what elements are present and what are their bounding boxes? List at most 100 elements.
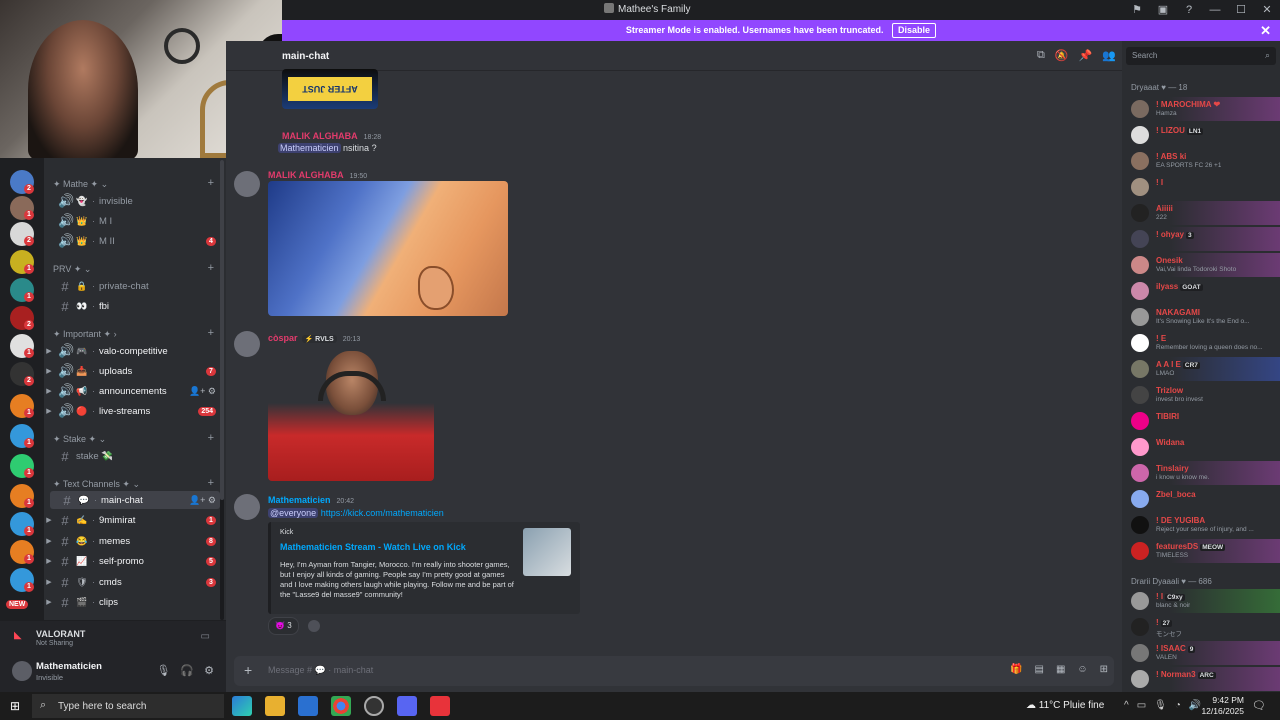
channel-settings-icons[interactable]: 👤+ ⚙ [189, 386, 216, 397]
message-composer[interactable]: + Message # 💬 · main-chat 🎁 ▤ ▦ ☺ ⊞ [234, 656, 1114, 686]
channel-scrollbar[interactable] [220, 160, 224, 620]
add-channel-icon[interactable]: + [208, 477, 214, 489]
member-item[interactable]: featuresDS MEOW TIMELESS [1122, 539, 1280, 563]
add-reaction-icon[interactable] [308, 620, 320, 632]
everyone-mention[interactable]: @everyone [268, 508, 319, 518]
discord-taskbar-icon[interactable] [397, 696, 417, 716]
avatar[interactable] [234, 171, 260, 197]
expand-arrow-icon[interactable]: ▶ [44, 367, 54, 375]
expand-arrow-icon[interactable]: ▶ [44, 347, 54, 355]
channel-m-i[interactable]: 🔊 👑 · M I [44, 212, 226, 230]
member-item[interactable]: NAKAGAMI It's Snowing Like It's the End o… [1122, 305, 1280, 329]
gift-icon[interactable]: 🎁 [1010, 664, 1022, 675]
apps-icon[interactable]: ⊞ [1100, 664, 1108, 675]
member-item[interactable]: Zbel_boca [1122, 487, 1280, 511]
search-input[interactable]: Search ⌕ [1126, 47, 1276, 65]
anime-gif[interactable] [268, 181, 508, 316]
steam-icon[interactable] [364, 696, 384, 716]
valorant-taskbar-icon[interactable] [430, 696, 450, 716]
embed-thumbnail[interactable] [523, 528, 571, 576]
network-icon[interactable]: ▭ [1137, 700, 1146, 711]
channel-announcements[interactable]: ▶ 🔊 📢 · announcements 👤+ ⚙ [44, 382, 226, 400]
add-channel-icon[interactable]: + [208, 327, 214, 339]
help-icon[interactable]: ? [1176, 0, 1202, 20]
channel-memes[interactable]: ▶ # 😂 · memes 8 [44, 532, 226, 550]
member-item[interactable]: Aiiiii 222 [1122, 201, 1280, 225]
notifications-icon[interactable]: 🔕 [1055, 49, 1069, 62]
member-item[interactable]: ! Norman3 ARC [1122, 667, 1280, 691]
category-text-channels[interactable]: ✦ Text Channels ✦ ⌄ [53, 479, 140, 490]
category-mathe[interactable]: ✦ Mathe ✦ ⌄ [53, 179, 108, 190]
expand-arrow-icon[interactable]: ▶ [44, 598, 54, 606]
scrollbar-thumb[interactable] [220, 160, 224, 500]
taskbar-search[interactable]: ⌕ Type here to search [32, 694, 224, 718]
chevron-up-icon[interactable]: ^ [1124, 700, 1129, 711]
close-window-icon[interactable]: ✕ [1254, 0, 1280, 20]
message-author[interactable]: MALIK ALGHABA 19:50 [268, 170, 367, 180]
wifi-icon[interactable]: ◔ [1175, 700, 1181, 711]
weather-widget[interactable]: ☁ 11°C Pluie fine [1026, 700, 1104, 711]
copilot-icon[interactable] [232, 696, 252, 716]
channel-stake[interactable]: # stake 💸 [44, 447, 226, 465]
member-item[interactable]: TIBIRI [1122, 409, 1280, 433]
member-item[interactable]: ! I C9xy blanc & noir [1122, 589, 1280, 613]
file-explorer-icon[interactable] [265, 696, 285, 716]
maximize-icon[interactable]: ☐ [1228, 0, 1254, 20]
member-item[interactable]: ilyass GOAT [1122, 279, 1280, 303]
gif-icon[interactable]: ▤ [1034, 664, 1043, 675]
message-author[interactable]: MALIK ALGHABA 18:28 [282, 131, 381, 141]
category-stake[interactable]: ✦ Stake ✦ ⌄ [53, 434, 106, 445]
member-item[interactable]: Widana [1122, 435, 1280, 459]
member-item[interactable]: Trizlow invest bro invest [1122, 383, 1280, 407]
clock[interactable]: 9:42 PM 12/16/2025 [1198, 695, 1244, 717]
kick-link[interactable]: https://kick.com/mathematicien [321, 508, 444, 518]
avatar[interactable] [234, 494, 260, 520]
reaction-pill[interactable]: 😈 3 [268, 617, 299, 635]
channel-m-ii[interactable]: 🔊 👑 · M II 4 [44, 232, 226, 250]
person-image[interactable] [268, 351, 434, 481]
add-channel-icon[interactable]: + [208, 262, 214, 274]
chrome-icon[interactable] [331, 696, 351, 716]
avatar[interactable] [12, 661, 32, 681]
close-banner-icon[interactable]: ✕ [1260, 20, 1271, 41]
inbox-icon[interactable]: ▣ [1150, 0, 1176, 20]
add-channel-icon[interactable]: + [208, 432, 214, 444]
category-important[interactable]: ✦ Important ✦ › [53, 329, 117, 340]
member-item[interactable]: ! 27 モンセフ [1122, 615, 1280, 639]
channel-settings-icons[interactable]: 👤+ ⚙ [189, 495, 216, 506]
flag-icon[interactable]: ⚑ [1124, 0, 1150, 20]
sticker-image[interactable]: AFTER JUST WEARING [282, 69, 378, 109]
channel-live-streams[interactable]: ▶ 🔊 🔴 · live-streams 254 [44, 402, 226, 420]
members-icon[interactable]: 👥 [1102, 49, 1116, 62]
store-icon[interactable] [298, 696, 318, 716]
member-item[interactable]: ! ABS ki EA SPORTS FC 26 +1 [1122, 149, 1280, 173]
add-attachment-icon[interactable]: + [244, 662, 252, 678]
expand-arrow-icon[interactable]: ▶ [44, 557, 54, 565]
channel-uploads[interactable]: ▶ 🔊 📥 · uploads 7 [44, 362, 226, 380]
expand-arrow-icon[interactable]: ▶ [44, 387, 54, 395]
microphone-tray-icon[interactable]: 🎙 [1154, 700, 1167, 711]
emoji-icon[interactable]: ☺ [1077, 664, 1087, 675]
channel-valo-competitive[interactable]: ▶ 🔊 🎮 · valo-competitive [44, 342, 226, 360]
add-channel-icon[interactable]: + [208, 177, 214, 189]
notification-icon[interactable]: 🗨 [1252, 699, 1266, 712]
member-item[interactable]: Tinslairy i know u know me. [1122, 461, 1280, 485]
member-item[interactable]: ! MAROCHIMA ❤ Hamza [1122, 97, 1280, 121]
message-author[interactable]: còspar ⚡ RVLS 20:13 [268, 333, 360, 343]
member-item[interactable]: ! LIZOU LN1 [1122, 123, 1280, 147]
member-item[interactable]: ! ISAAC 9 VALEN [1122, 641, 1280, 665]
member-item[interactable]: ! DE YUGIBA Reject your sense of injury, … [1122, 513, 1280, 537]
screen-share-icon[interactable]: ▭ [201, 631, 210, 642]
user-mention[interactable]: Mathematicien [278, 143, 341, 153]
microphone-icon[interactable]: 🎙 [156, 664, 170, 677]
message-author[interactable]: Mathematicien 20:42 [268, 495, 354, 505]
sticker-icon[interactable]: ▦ [1056, 664, 1065, 675]
expand-arrow-icon[interactable]: ▶ [44, 537, 54, 545]
channel-self-promo[interactable]: ▶ # 📈 · self-promo 5 [44, 552, 226, 570]
member-item[interactable]: ! E Remember loving a queen does no... [1122, 331, 1280, 355]
minimize-icon[interactable]: — [1202, 0, 1228, 20]
windows-start-icon[interactable]: ⊞ [10, 699, 20, 713]
channel-cmds[interactable]: ▶ # 🛡 · cmds 3 [44, 573, 226, 591]
channel-invisible[interactable]: 🔊 👻 · invisible [44, 192, 226, 210]
expand-arrow-icon[interactable]: ▶ [44, 407, 54, 415]
